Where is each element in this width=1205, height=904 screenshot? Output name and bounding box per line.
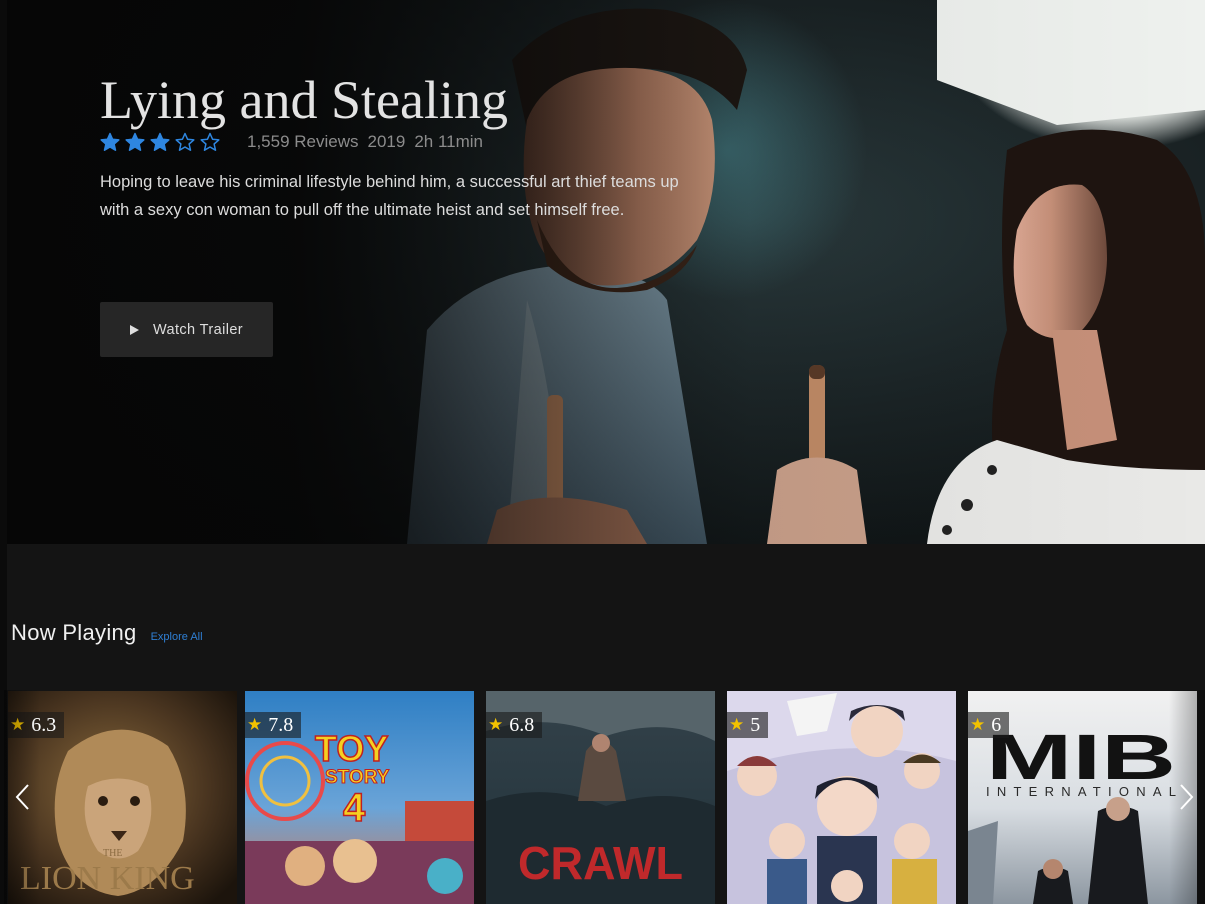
review-count: 1,559 Reviews xyxy=(247,132,359,151)
watch-trailer-label: Watch Trailer xyxy=(152,321,244,338)
carousel-prev-button[interactable] xyxy=(4,690,40,904)
hero-description: Hoping to leave his criminal lifestyle b… xyxy=(100,173,679,219)
watch-trailer-button[interactable]: Watch Trailer xyxy=(100,302,273,357)
star-icon: ★ xyxy=(970,715,986,735)
star-outline-icon xyxy=(200,132,220,151)
rating-value: 6 xyxy=(991,713,1002,736)
star-filled-icon xyxy=(100,132,120,151)
rating-value: 5 xyxy=(750,713,761,736)
rating-value: 6.8 xyxy=(509,713,535,736)
hero-banner: Lying and Stealing 1,559 Reviews 2019 2h… xyxy=(7,0,1205,544)
section-title: Now Playing xyxy=(11,620,137,645)
poster-title-text: TOY xyxy=(315,728,388,769)
hero-meta: 1,559 Reviews 2019 2h 11min xyxy=(100,130,492,154)
chevron-left-icon xyxy=(15,784,29,810)
star-filled-icon xyxy=(150,132,170,151)
release-year: 2019 xyxy=(367,132,406,151)
poster-small-text: STORY xyxy=(325,767,390,788)
carousel-next-button[interactable] xyxy=(1169,690,1205,904)
movie-card[interactable]: ★ 5 xyxy=(727,691,956,904)
rating-value: 7.8 xyxy=(268,713,294,736)
poster-number-text: 4 xyxy=(343,786,366,830)
star-filled-icon xyxy=(125,132,145,151)
movie-card[interactable]: MIB INTERNATIONAL ★ 6 xyxy=(968,691,1197,904)
star-outline-icon xyxy=(175,132,195,151)
movie-card[interactable]: CRAWL ★ 6.8 xyxy=(486,691,715,904)
rating-badge: ★ 5 xyxy=(727,712,769,738)
rating-badge: ★ 7.8 xyxy=(245,712,302,738)
star-rating xyxy=(100,132,225,152)
movie-carousel: THE LION KING ★ 6.3 TOY STORY 4 ★ 7.8 xyxy=(0,690,1205,904)
star-icon: ★ xyxy=(247,715,263,735)
poster-title-text: LION KING xyxy=(20,860,195,897)
rating-badge: ★ 6.8 xyxy=(486,712,543,738)
now-playing-header: Now Playing Explore All xyxy=(11,620,203,646)
poster-small-text: THE xyxy=(103,848,122,859)
chevron-right-icon xyxy=(1180,784,1194,810)
hero-title: Lying and Stealing xyxy=(100,70,508,130)
star-icon: ★ xyxy=(488,715,504,735)
poster-title-text: CRAWL xyxy=(518,837,683,889)
explore-all-link[interactable]: Explore All xyxy=(151,631,203,643)
star-icon: ★ xyxy=(729,715,745,735)
movie-card[interactable]: TOY STORY 4 ★ 7.8 xyxy=(245,691,474,904)
movie-card[interactable]: THE LION KING ★ 6.3 xyxy=(8,691,237,904)
rating-badge: ★ 6 xyxy=(968,712,1010,738)
play-icon xyxy=(129,324,139,335)
poster-title-text: MIB xyxy=(986,721,1176,793)
runtime: 2h 11min xyxy=(414,132,484,151)
